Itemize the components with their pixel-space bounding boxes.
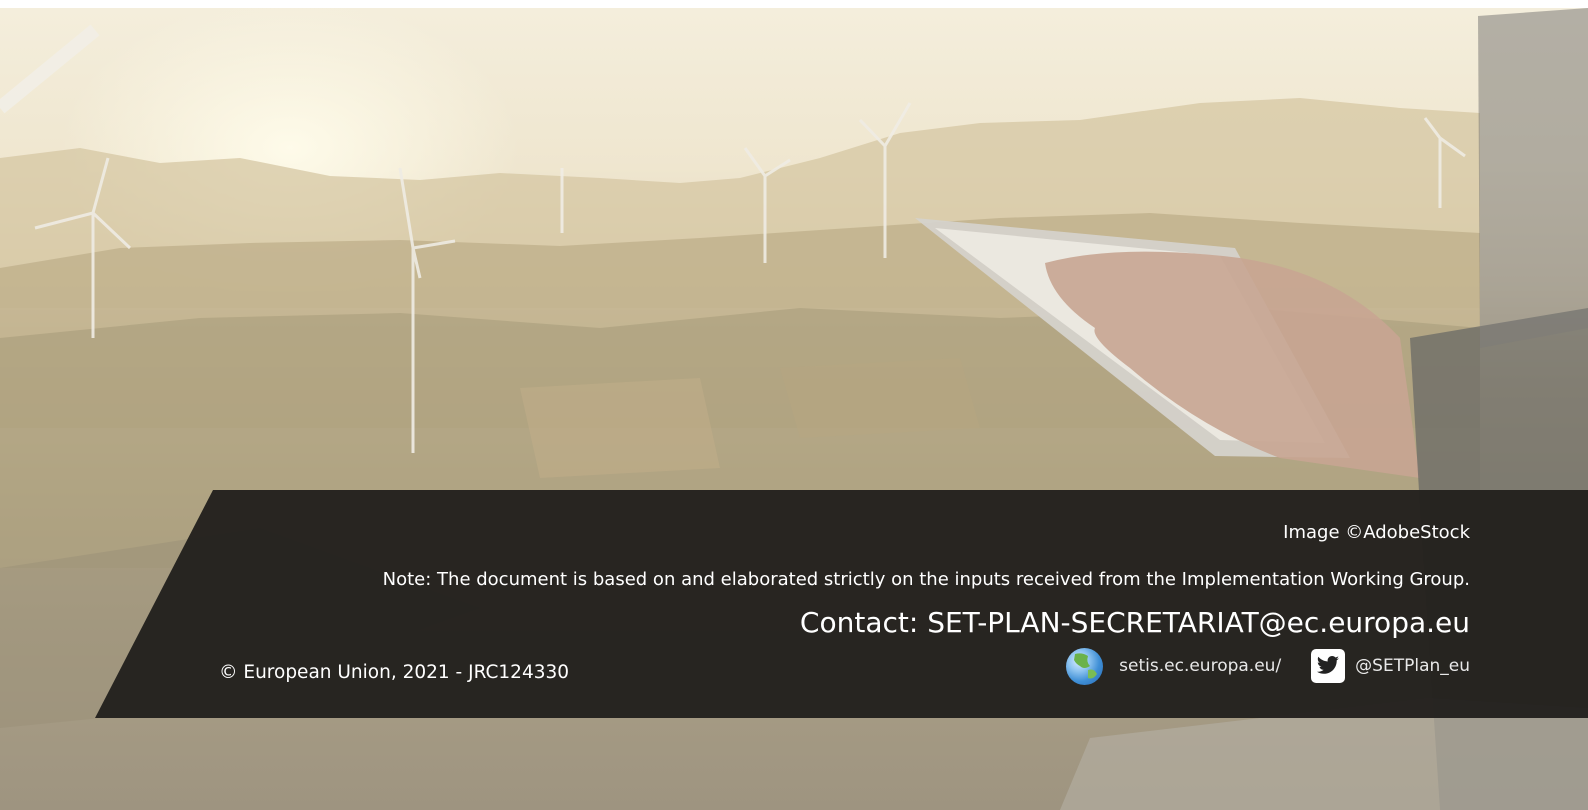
globe-icon xyxy=(1066,647,1104,685)
contact-email[interactable]: Contact: SET-PLAN-SECRETARIAT@ec.europa.… xyxy=(800,606,1470,639)
image-credit: Image ©AdobeStock xyxy=(1283,522,1470,543)
website-link[interactable]: setis.ec.europa.eu/ xyxy=(1119,656,1281,676)
twitter-icon[interactable] xyxy=(1311,649,1346,683)
copyright-notice: © European Union, 2021 - JRC124330 xyxy=(219,662,570,683)
footer-links: setis.ec.europa.eu/ @SETPlan_eu xyxy=(1066,646,1470,686)
twitter-handle-link[interactable]: @SETPlan_eu xyxy=(1355,656,1470,676)
report-back-cover: Image ©AdobeStock Note: The document is … xyxy=(0,8,1588,810)
footer-banner: Image ©AdobeStock Note: The document is … xyxy=(0,490,1588,718)
disclaimer-note: Note: The document is based on and elabo… xyxy=(382,569,1470,590)
